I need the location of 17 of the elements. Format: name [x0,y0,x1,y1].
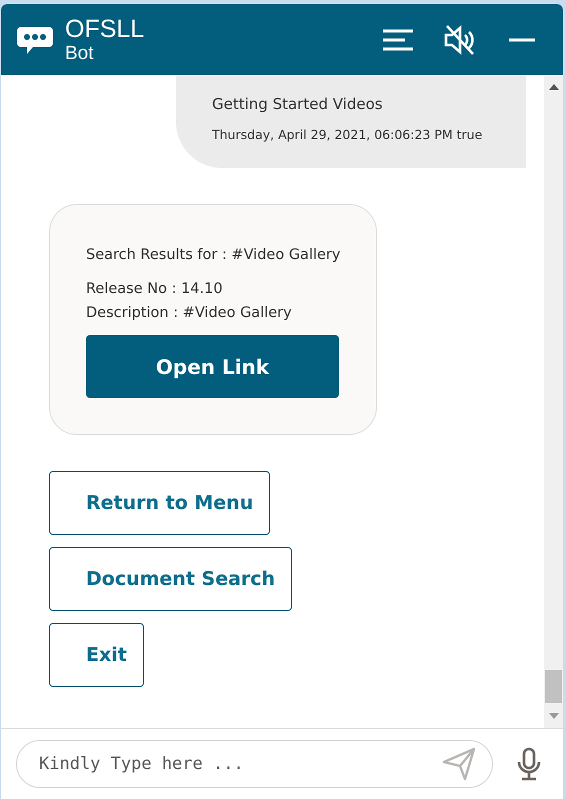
action-button[interactable]: Return to Menu [49,471,270,535]
scrollbar-thumb[interactable] [545,670,562,703]
result-text: Description : #Video Gallery [86,304,293,323]
speaker-muted-icon[interactable] [443,22,477,56]
bot-title: OFSLL [65,14,146,42]
scrollbar[interactable] [544,75,563,728]
message-input-field[interactable]: Kindly Type here ... [16,740,493,788]
open-link-button[interactable]: Open Link [86,335,339,398]
bot-subtitle: Bot [65,42,95,64]
speech-bubble-icon [17,24,53,54]
scroll-up-icon[interactable] [548,84,558,90]
action-button[interactable]: Exit [49,623,144,687]
action-button[interactable]: Document Search [49,547,292,611]
message-timestamp: Thursday, April 29, 2021, 06:06:23 PM true [212,127,484,142]
message-text: Getting Started Videos [212,95,384,113]
result-text: Search Results for : #Video Gallery [86,246,342,265]
result-text: Release No : 14.10 [86,280,224,299]
